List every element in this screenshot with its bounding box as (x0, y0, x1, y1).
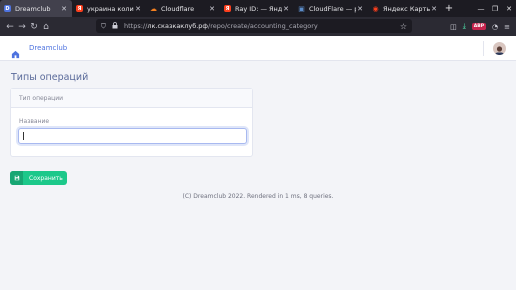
new-tab-button[interactable]: + (442, 3, 456, 14)
menu-icon[interactable]: ≡ (504, 23, 510, 31)
forward-icon[interactable]: → (16, 22, 28, 32)
close-icon[interactable]: ✕ (356, 5, 364, 13)
reload-icon[interactable]: ↻ (28, 22, 40, 32)
url-path: /repo/create/accounting_category (208, 22, 318, 30)
pocket-icon[interactable]: ◫ (450, 23, 457, 31)
dreamclub-favicon-icon: D (4, 5, 11, 12)
close-icon[interactable]: ✕ (134, 5, 142, 13)
text-cursor (23, 132, 24, 140)
tab-title: Яндекс Карты (383, 4, 430, 13)
home-icon[interactable] (11, 44, 20, 58)
footer-text: (C) Dreamclub 2022. Rendered in 1 ms, 8 … (182, 193, 334, 200)
close-icon[interactable]: ✕ (282, 5, 290, 13)
tab-ukraina[interactable]: Я украина количество ✕ (72, 0, 146, 17)
shield-icon[interactable]: ⛉ (101, 22, 109, 31)
app-header: Dreamclub (0, 36, 516, 61)
close-icon[interactable]: ✕ (430, 5, 438, 13)
window-controls: — ❐ ✕ (474, 0, 516, 17)
name-field-label: Название (19, 118, 50, 125)
tab-title: Cloudflare (161, 4, 195, 13)
tab-cloudflare-ran[interactable]: ▣ CloudFlare — ран ✕ (294, 0, 368, 17)
close-window-icon[interactable]: ✕ (502, 5, 516, 13)
close-icon[interactable]: ✕ (60, 5, 68, 13)
restore-icon[interactable]: ❐ (488, 5, 502, 13)
minimize-icon[interactable]: — (474, 5, 488, 13)
back-icon[interactable]: ← (4, 22, 16, 32)
tab-title: Ray ID: — Яндекс (235, 4, 282, 13)
name-input[interactable] (18, 128, 247, 144)
bookmark-star-icon[interactable]: ☆ (400, 22, 407, 31)
brand-link[interactable]: Dreamclub (29, 44, 67, 52)
avatar[interactable] (493, 42, 506, 55)
url-bar[interactable]: ⛉ https://лк.сказкаклуб.рф/repo/create/a… (96, 19, 412, 33)
download-icon[interactable]: ⤓ (463, 22, 466, 31)
form-card: Тип операции Название (10, 88, 253, 157)
page-title: Типы операций (11, 72, 89, 83)
home-icon[interactable]: ⌂ (40, 22, 52, 32)
url-host: лк.сказкаклуб.рф (147, 22, 208, 30)
header-divider (483, 41, 484, 56)
tab-dreamclub[interactable]: D Dreamclub ✕ (0, 0, 72, 17)
lock-icon[interactable] (112, 21, 120, 31)
page-favicon-icon: ▣ (298, 4, 305, 13)
close-icon[interactable]: ✕ (208, 5, 216, 13)
toolbar-icons: ◫ ⤓ ABP ◔ ≡ (450, 20, 510, 33)
browser-tab-bar: D Dreamclub ✕ Я украина количество ✕ ☁ C… (0, 0, 516, 17)
card-header: Тип операции (11, 89, 252, 108)
url-text: https://лк.сказкаклуб.рф/repo/create/acc… (124, 22, 400, 30)
cloudflare-favicon-icon: ☁ (150, 4, 157, 13)
tab-yandex-maps[interactable]: ◉ Яндекс Карты ✕ (368, 0, 442, 17)
url-prefix: https:// (124, 22, 148, 30)
tab-title: Dreamclub (15, 4, 51, 13)
tab-cloudflare[interactable]: ☁ Cloudflare ✕ (146, 0, 220, 17)
floppy-disk-icon (10, 171, 23, 185)
yandex-favicon-icon: Я (76, 5, 83, 12)
tab-ray-id[interactable]: Я Ray ID: — Яндекс ✕ (220, 0, 294, 17)
yandex-maps-favicon-icon: ◉ (372, 4, 379, 13)
save-button[interactable]: Сохранить (10, 171, 67, 185)
tab-title: украина количество (87, 4, 134, 13)
save-button-label: Сохранить (29, 174, 63, 182)
yandex-favicon-icon: Я (224, 5, 231, 12)
browser-nav-bar: ← → ↻ ⌂ ⛉ https://лк.сказкаклуб.рф/repo/… (0, 17, 516, 36)
tab-title: CloudFlare — ран (309, 4, 356, 13)
extension-icon[interactable]: ◔ (492, 23, 498, 31)
adblock-icon[interactable]: ABP (471, 23, 487, 30)
